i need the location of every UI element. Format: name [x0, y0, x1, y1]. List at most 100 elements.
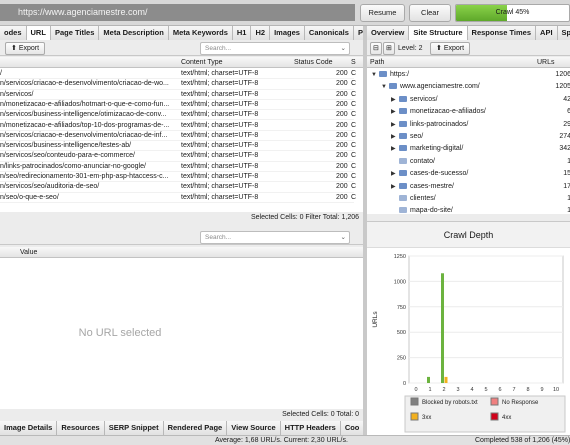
collapse-button[interactable]: ⊟ — [370, 42, 382, 55]
cell-url: n/servicos/ — [0, 90, 34, 98]
tree-node-urls: 1206 — [555, 71, 570, 78]
legend-swatch — [490, 412, 499, 421]
tab-canonicals[interactable]: Canonicals — [304, 26, 354, 40]
tree-node[interactable]: ▶ monetizacao-e-afiliados/6 — [367, 106, 570, 119]
collapsed-arrow-icon[interactable]: ▶ — [391, 181, 399, 194]
detail-search-input[interactable]: Search... ⌄ — [200, 231, 350, 244]
tree-node-urls: 1 — [567, 157, 570, 165]
table-row[interactable]: n/servicos/seo/conteudo-para-e-commerce/… — [0, 151, 356, 162]
tab-overview[interactable]: Overview — [367, 26, 410, 40]
tab-rendered-page[interactable]: Rendered Page — [163, 421, 228, 435]
tree-node[interactable]: ▶ links-patrocinados/29 — [367, 119, 570, 132]
tab-http-headers[interactable]: HTTP Headers — [280, 421, 341, 435]
expanded-arrow-icon[interactable]: ▼ — [371, 69, 379, 82]
tree-node[interactable]: ▶ cases-de-sucesso/15 — [367, 168, 570, 181]
cell-code: 200 — [336, 70, 348, 77]
column-header-path[interactable]: Path — [370, 57, 384, 68]
cell-s: C — [351, 90, 357, 98]
x-tick-label: 1 — [428, 387, 431, 393]
tree-node[interactable]: clientes/1 — [367, 193, 570, 206]
chart-splitter[interactable] — [367, 214, 570, 222]
tab-coo[interactable]: Coo — [340, 421, 365, 435]
tree-node[interactable]: ▶ cases-mestre/17 — [367, 181, 570, 194]
tab-h1[interactable]: H1 — [232, 26, 252, 40]
column-header-status-code[interactable]: Status Code — [294, 57, 333, 68]
tab-page-titles[interactable]: Page Titles — [50, 26, 100, 40]
table-row[interactable]: n/monetizacao-e-afiliados/hotmart-o-que-… — [0, 100, 357, 111]
cell-type: text/html; charset=UTF-8 — [181, 152, 259, 160]
table-row[interactable]: n/seo/redirecionamento-301-em-php-asp-ht… — [0, 172, 356, 183]
tab-images[interactable]: Images — [270, 26, 305, 40]
table-row[interactable]: n/monetizacao-e-afiliados/top-10-dos-pro… — [0, 121, 356, 131]
cell-code: 200 — [336, 111, 348, 119]
tab-response-times[interactable]: Response Times — [467, 26, 537, 40]
table-row[interactable]: n/servicos/business-intelligence/testes-… — [0, 141, 357, 152]
table-row[interactable]: n/servicos/text/html; charset=UTF-8 200 C — [0, 90, 357, 100]
resume-button[interactable]: Resume — [360, 4, 405, 22]
collapsed-arrow-icon[interactable]: ▶ — [391, 131, 399, 144]
tree-node[interactable]: ▼ https:/ 1206 — [367, 69, 570, 82]
y-axis-label: URLs — [372, 311, 379, 328]
url-table: Content Type Status Code S / text/html; c… — [0, 57, 363, 212]
x-tick-label: 6 — [498, 387, 501, 393]
tree-node[interactable]: mapa-do-site/1 — [367, 205, 570, 214]
tab-api[interactable]: API — [536, 26, 558, 40]
tab-image-details[interactable]: Image Details — [0, 421, 58, 435]
detail-table: Value No URL selected — [0, 247, 363, 409]
expand-button[interactable]: ⊞ — [383, 42, 395, 55]
tab-odes[interactable]: odes — [0, 26, 27, 40]
collapsed-arrow-icon[interactable]: ▶ — [391, 119, 399, 132]
tab-resources[interactable]: Resources — [57, 421, 105, 435]
expanded-arrow-icon[interactable]: ▼ — [381, 81, 389, 94]
structure-export-button[interactable]: ⬆ Export — [430, 42, 471, 55]
cell-type: text/html; charset=UTF-8 — [181, 121, 259, 129]
url-input[interactable]: https://www.agenciamestre.com/ — [0, 4, 355, 21]
cell-s: C — [351, 111, 357, 119]
table-row[interactable]: n/servicos/business-intelligence/otimiza… — [0, 110, 357, 121]
column-header-value[interactable]: Value — [20, 247, 37, 258]
table-row[interactable]: n/servicos/seo/auditoria-de-seo/text/htm… — [0, 182, 356, 193]
search-input[interactable]: Search... ⌄ — [200, 42, 350, 55]
tree-node[interactable]: ▶ seo/274 — [367, 131, 570, 144]
tab-meta-keywords[interactable]: Meta Keywords — [168, 26, 233, 40]
table-row[interactable]: / text/html; charset=UTF-8 200 C — [0, 69, 356, 80]
tree-node[interactable]: ▼ www.agenciamestre.com/1205 — [367, 81, 570, 94]
tree-node[interactable]: ▶ marketing-digital/342 — [367, 143, 570, 156]
tab-serp-snippet[interactable]: SERP Snippet — [104, 421, 164, 435]
upload-icon: ⬆ — [436, 45, 442, 52]
table-row[interactable]: n/seo/o-que-e-seo/text/html; charset=UTF… — [0, 193, 356, 203]
folder-icon — [399, 133, 407, 139]
tab-meta-description[interactable]: Meta Description — [99, 26, 169, 40]
legend-swatch — [490, 397, 499, 406]
tab-h2[interactable]: H2 — [251, 26, 271, 40]
folder-icon — [399, 145, 407, 152]
collapsed-arrow-icon[interactable]: ▶ — [391, 168, 399, 181]
column-header-content-type[interactable]: Content Type — [181, 57, 223, 68]
cell-code: 200 — [336, 162, 348, 170]
tab-url[interactable]: URL — [26, 26, 51, 40]
tab-view-source[interactable]: View Source — [227, 421, 281, 435]
url-table-body: / text/html; charset=UTF-8 200 Cn/servicos/… — [0, 69, 357, 212]
clear-button[interactable]: Clear — [409, 4, 451, 22]
table-row[interactable]: n/servicos/criacao-e-desenvolvimento/cri… — [0, 131, 356, 142]
tree-node[interactable]: ▶ servicos/42 — [367, 94, 570, 107]
column-header-status[interactable]: S — [351, 57, 356, 68]
collapsed-arrow-icon[interactable]: ▶ — [391, 143, 399, 156]
tree-node[interactable]: contato/1 — [367, 156, 570, 169]
table-row[interactable]: n/links-patrocinados/como-anunciar-no-go… — [0, 162, 356, 172]
cell-url: n/servicos/criacao-e-desenvolvimento/cri… — [0, 80, 169, 88]
export-button[interactable]: ⬆ Export — [5, 42, 46, 55]
cell-s: C — [351, 142, 357, 150]
cell-s: C — [351, 100, 357, 108]
tab-site-structure[interactable]: Site Structure — [409, 26, 468, 40]
collapsed-arrow-icon[interactable]: ▶ — [391, 106, 399, 119]
left-toolbar: ⬆ Export Search... ⌄ — [0, 40, 363, 56]
cell-url: n/servicos/seo/conteudo-para-e-commerce/ — [0, 152, 136, 160]
tab-spe[interactable]: Spe — [557, 26, 570, 40]
collapsed-arrow-icon[interactable]: ▶ — [391, 94, 399, 107]
cell-type: text/html; charset=UTF-8 — [181, 90, 259, 98]
table-row[interactable]: n/servicos/criacao-e-desenvolvimento/cri… — [0, 79, 356, 90]
legend-label: 3xx — [422, 415, 431, 421]
column-header-urls[interactable]: URLs — [537, 57, 555, 68]
level-label: Level: 2 — [398, 45, 423, 52]
